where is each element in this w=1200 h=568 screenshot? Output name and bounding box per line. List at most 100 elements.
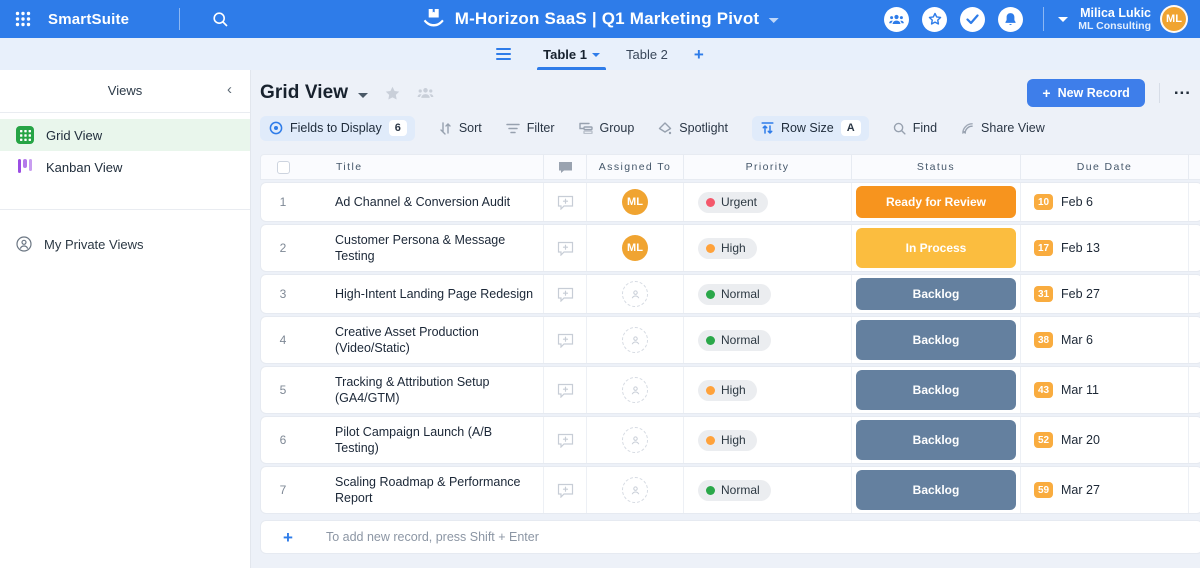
title-chevron-down-icon[interactable] [768, 17, 779, 23]
notifications-bell-icon[interactable] [998, 6, 1024, 32]
due-date[interactable]: Feb 27 [1061, 287, 1100, 301]
due-days-badge: 31 [1034, 286, 1053, 302]
due-date[interactable]: Mar 20 [1061, 433, 1100, 447]
due-date[interactable]: Mar 27 [1061, 483, 1100, 497]
due-date[interactable]: Mar 6 [1061, 333, 1093, 347]
record-title[interactable]: Ad Channel & Conversion Audit [335, 194, 510, 210]
new-record-button[interactable]: + New Record [1027, 79, 1145, 107]
priority-pill[interactable]: Normal [698, 283, 771, 305]
row-size-button[interactable]: Row Size A [751, 115, 869, 141]
collapse-sidebar-icon[interactable]: ‹ [227, 81, 232, 98]
status-button[interactable]: Backlog [856, 278, 1016, 310]
priority-pill[interactable]: High [698, 429, 757, 451]
user-avatar[interactable]: ML [1160, 5, 1188, 33]
add-comment-icon[interactable] [557, 241, 574, 256]
members-icon[interactable] [884, 6, 910, 32]
sidebar-item-my-private-views[interactable]: My Private Views [0, 228, 250, 260]
priority-dot [706, 197, 715, 207]
select-all-checkbox[interactable] [276, 160, 290, 174]
tab-table-2[interactable]: Table 2 [626, 38, 668, 70]
record-title[interactable]: High-Intent Landing Page Redesign [335, 286, 533, 302]
assignee-avatar[interactable]: ML [622, 235, 648, 261]
add-comment-icon[interactable] [557, 483, 574, 498]
table-row[interactable]: 2 Customer Persona & Message Testing ML … [260, 224, 1200, 272]
status-button[interactable]: In Process [856, 228, 1016, 268]
assignee-empty-placeholder-icon[interactable] [622, 477, 648, 503]
view-title-chevron-icon[interactable] [358, 92, 369, 98]
sidebar-item-kanban-view[interactable]: Kanban View [0, 151, 250, 183]
filter-label: Filter [526, 121, 555, 135]
spotlight-button[interactable]: Spotlight [658, 121, 728, 135]
table-row[interactable]: 4 Creative Asset Production (Video/Stati… [260, 316, 1200, 364]
assignee-empty-placeholder-icon[interactable] [622, 327, 648, 353]
sidebar-divider [0, 209, 250, 210]
add-comment-icon[interactable] [557, 383, 574, 398]
share-view-button[interactable]: Share View [961, 121, 1045, 135]
apps-grid-icon[interactable] [0, 11, 46, 27]
due-date[interactable]: Feb 13 [1061, 241, 1100, 255]
status-button[interactable]: Backlog [856, 370, 1016, 410]
add-comment-icon[interactable] [557, 333, 574, 348]
sidebar-item-grid-view[interactable]: Grid View [0, 119, 250, 151]
favorite-view-star-icon[interactable] [384, 85, 401, 102]
column-header-status[interactable]: Status [851, 155, 1020, 179]
user-menu-chevron-icon[interactable] [1058, 16, 1069, 22]
column-header-due-date[interactable]: Due Date [1020, 155, 1188, 179]
table-row[interactable]: 3 High-Intent Landing Page Redesign Norm… [260, 274, 1200, 314]
share-view-label: Share View [981, 121, 1045, 135]
view-members-icon[interactable] [417, 86, 434, 100]
group-button[interactable]: Group [578, 121, 634, 135]
record-title[interactable]: Pilot Campaign Launch (A/B Testing) [335, 424, 537, 456]
record-title[interactable]: Tracking & Attribution Setup (GA4/GTM) [335, 374, 537, 406]
assignee-avatar[interactable]: ML [622, 189, 648, 215]
assignee-empty-placeholder-icon[interactable] [622, 377, 648, 403]
due-date[interactable]: Feb 6 [1061, 195, 1093, 209]
add-comment-icon[interactable] [557, 433, 574, 448]
kanban-view-icon [16, 158, 34, 176]
record-title[interactable]: Customer Persona & Message Testing [335, 232, 537, 264]
tasks-check-icon[interactable] [960, 6, 986, 32]
filter-button[interactable]: Filter [506, 121, 555, 135]
priority-pill[interactable]: High [698, 237, 757, 259]
add-record-row[interactable]: + To add new record, press Shift + Enter [260, 520, 1200, 554]
priority-pill[interactable]: Urgent [698, 191, 769, 213]
user-info[interactable]: Milica Lukic ML Consulting [1078, 6, 1151, 32]
priority-pill[interactable]: Normal [698, 329, 771, 351]
more-options-icon[interactable]: ... [1174, 80, 1191, 101]
due-date[interactable]: Mar 11 [1061, 383, 1099, 397]
add-comment-icon[interactable] [557, 287, 574, 302]
app-logo-text[interactable]: SmartSuite [48, 11, 129, 28]
document-title[interactable]: M-Horizon SaaS | Q1 Marketing Pivot [455, 9, 760, 29]
priority-dot [706, 289, 715, 299]
column-header-assigned-to[interactable]: Assigned To [586, 155, 683, 179]
fields-to-display-button[interactable]: Fields to Display 6 [260, 115, 415, 141]
status-button[interactable]: Ready for Review [856, 186, 1016, 218]
find-label: Find [912, 121, 938, 135]
status-button[interactable]: Backlog [856, 470, 1016, 510]
assignee-empty-placeholder-icon[interactable] [622, 281, 648, 307]
due-days-badge: 38 [1034, 332, 1053, 348]
tables-menu-icon[interactable] [496, 48, 512, 60]
add-table-button[interactable]: + [694, 46, 704, 63]
add-comment-icon[interactable] [557, 195, 574, 210]
favorites-star-icon[interactable] [922, 6, 948, 32]
table-row[interactable]: 6 Pilot Campaign Launch (A/B Testing) Hi… [260, 416, 1200, 464]
sort-button[interactable]: Sort [439, 121, 482, 135]
tab-table-1[interactable]: Table 1 [537, 38, 606, 70]
record-title[interactable]: Scaling Roadmap & Performance Report [335, 474, 537, 506]
priority-pill[interactable]: Normal [698, 479, 771, 501]
assignee-empty-placeholder-icon[interactable] [622, 427, 648, 453]
status-button[interactable]: Backlog [856, 420, 1016, 460]
priority-pill[interactable]: High [698, 379, 757, 401]
column-header-title[interactable]: Title [305, 155, 543, 179]
row-number: 6 [279, 433, 287, 447]
spotlight-label: Spotlight [679, 121, 728, 135]
record-title[interactable]: Creative Asset Production (Video/Static) [335, 324, 537, 356]
table-row[interactable]: 7 Scaling Roadmap & Performance Report N… [260, 466, 1200, 514]
column-header-priority[interactable]: Priority [683, 155, 851, 179]
search-icon[interactable] [212, 11, 229, 28]
table-row[interactable]: 5 Tracking & Attribution Setup (GA4/GTM)… [260, 366, 1200, 414]
status-button[interactable]: Backlog [856, 320, 1016, 360]
find-button[interactable]: Find [893, 121, 937, 135]
table-row[interactable]: 1 Ad Channel & Conversion Audit ML Urgen… [260, 182, 1200, 222]
